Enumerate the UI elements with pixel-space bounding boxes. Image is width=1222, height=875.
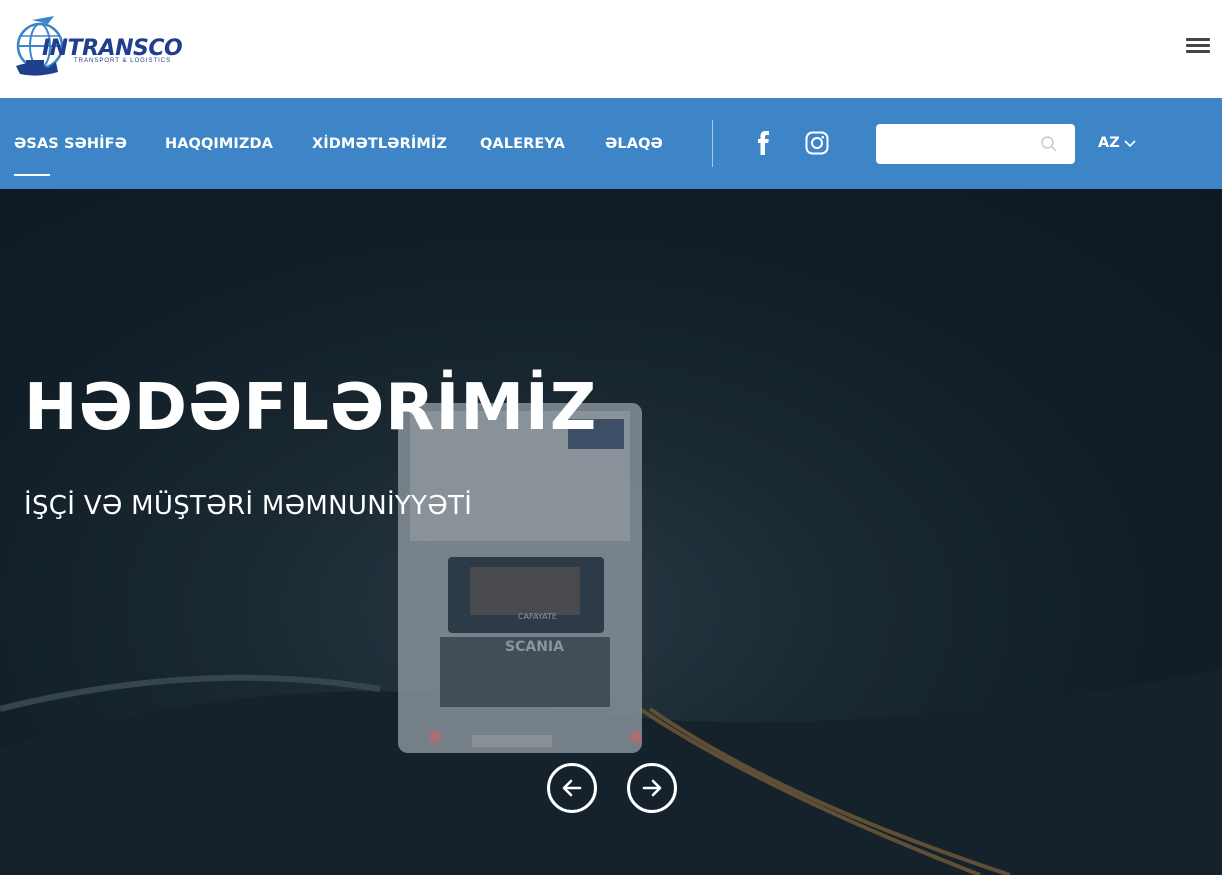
nav-item-home[interactable]: ƏSAS SƏHİFƏ (14, 136, 127, 152)
intransco-logo[interactable]: INTRANSCO TRANSPORT & LOGISTICS (12, 14, 192, 82)
brand-tagline: TRANSPORT & LOGISTICS (74, 58, 172, 64)
hero-slider: SCANIA CAFAYATE HƏDƏFLƏRİMİZ İŞÇİ VƏ MÜŞ… (0, 189, 1222, 875)
nav-divider (712, 120, 713, 167)
hero-subtitle: İŞÇİ VƏ MÜŞTƏRİ MƏMNUNİYYƏTİ (24, 491, 473, 521)
chevron-down-icon[interactable] (1124, 138, 1136, 148)
instagram-icon[interactable] (805, 131, 829, 155)
language-selector[interactable]: AZ (1098, 135, 1120, 151)
search-input[interactable] (886, 132, 1036, 156)
nav-item-contact[interactable]: ƏLAQƏ (605, 136, 663, 152)
hero-overlay (0, 189, 1222, 875)
nav-item-services[interactable]: XİDMƏTLƏRİMİZ (312, 136, 447, 152)
arrow-left-icon (562, 779, 582, 797)
facebook-icon[interactable] (752, 131, 776, 155)
search-icon[interactable] (1040, 135, 1058, 153)
slider-prev-button[interactable] (547, 763, 597, 813)
nav-item-about[interactable]: HAQQIMIZDA (165, 136, 273, 152)
nav-active-indicator (14, 174, 50, 176)
search-box (876, 124, 1075, 164)
hamburger-menu-icon[interactable] (1186, 37, 1210, 55)
slider-next-button[interactable] (627, 763, 677, 813)
nav-item-gallery[interactable]: QALEREYA (480, 136, 565, 152)
hero-title: HƏDƏFLƏRİMİZ (24, 371, 598, 445)
arrow-right-icon (642, 779, 662, 797)
top-header: INTRANSCO TRANSPORT & LOGISTICS (0, 0, 1222, 98)
main-navbar: ƏSAS SƏHİFƏ HAQQIMIZDA XİDMƏTLƏRİMİZ QAL… (0, 98, 1222, 189)
